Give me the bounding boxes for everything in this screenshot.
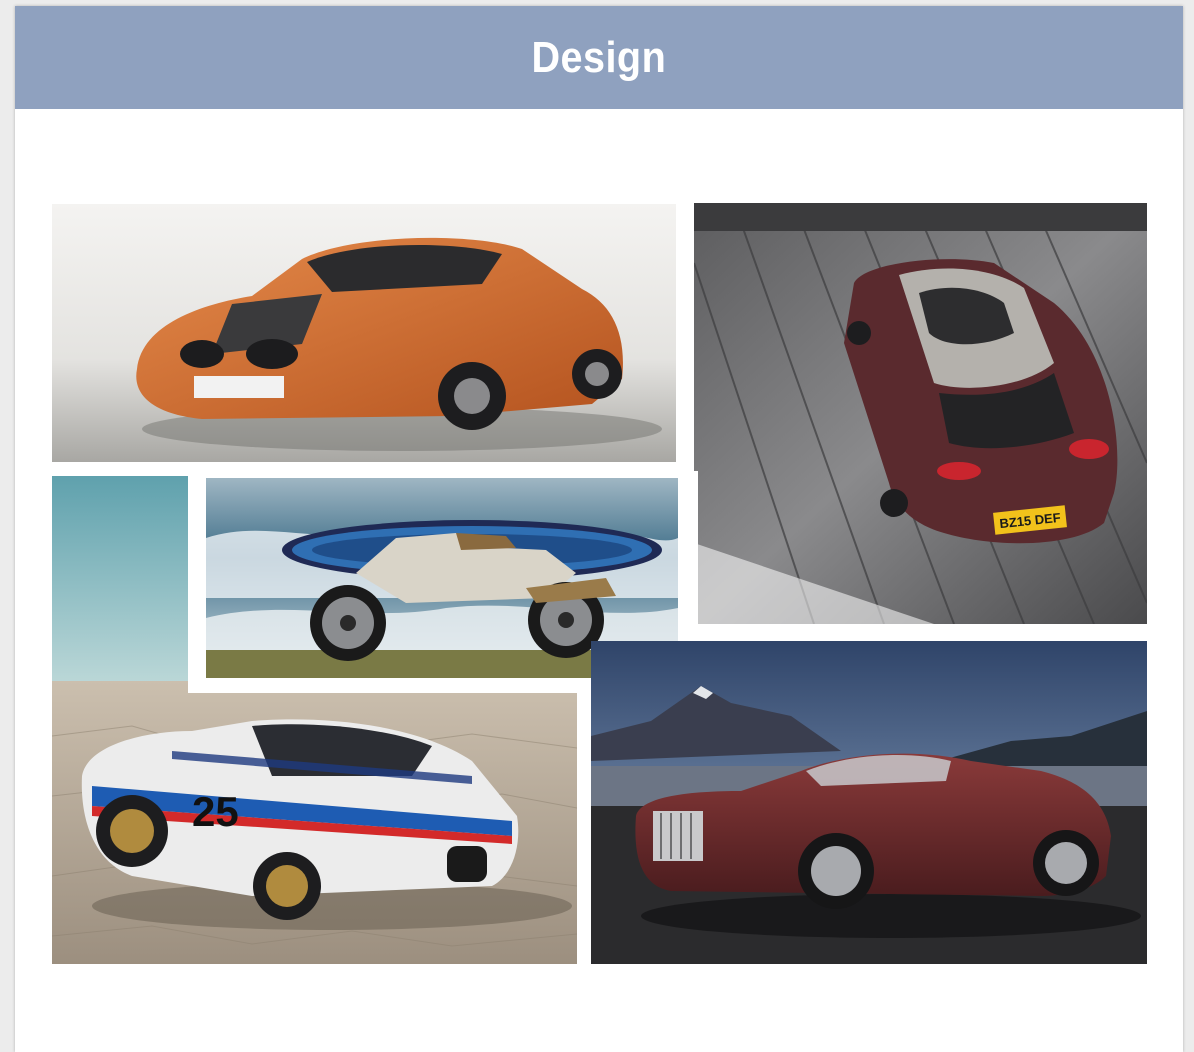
race-number-text: 25	[192, 788, 239, 835]
section-header: Design	[15, 6, 1183, 109]
page-title: Design	[531, 32, 667, 82]
car-photo-icon	[591, 641, 1147, 964]
photo-mini-clubman: BZ15 DEF	[694, 203, 1147, 624]
content-card: Design BZ15 DEF 25	[15, 6, 1183, 1052]
photo-bmw-roadster	[52, 204, 676, 462]
car-photo-icon: BZ15 DEF	[694, 203, 1147, 624]
car-photo-icon	[52, 204, 676, 462]
photo-rolls-royce	[591, 641, 1147, 964]
